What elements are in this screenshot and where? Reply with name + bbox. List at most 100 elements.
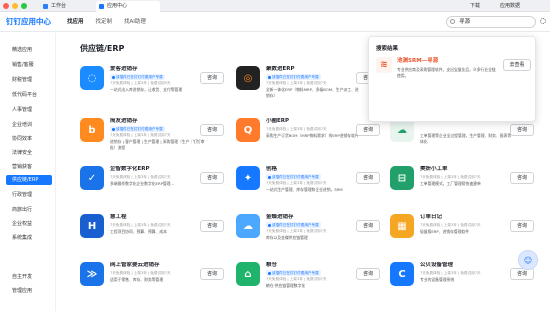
window-controls[interactable] [3,3,27,9]
popup-title: 搜索结果 [376,46,399,52]
sidebar-item[interactable]: 财税管理 [6,75,52,85]
sidebar-item[interactable]: 管理应用 [6,286,52,296]
app-card[interactable]: b 简友进销存 该插件已在钉钉付费用户专属 7天免费体验 | 上架3年 | 免费… [80,118,230,166]
app-logo-icon: C [390,262,414,286]
app-meta: 7天免费体验 | 上架3年 | 免费试用7天 [420,223,481,227]
consult-button[interactable]: 咨询 [356,268,380,280]
nav-find-ai[interactable]: 找AI助理 [124,18,146,26]
app-card[interactable]: Q 小圈ERP 7天免费体验 | 上架3年 | 免费试用7天 采购生产订货BOM… [236,118,386,166]
browser-tab-app-center[interactable]: 应用中心 [96,1,160,12]
app-data-link[interactable]: 应用数据 [500,2,520,10]
app-name: 简友进销存 [110,118,138,124]
app-badge: 该插件已在钉钉付费用户专属 [266,74,321,80]
app-desc: 轻量版ERP、进销存管理软件 [420,229,470,234]
maximize-window-button[interactable] [21,3,27,9]
close-window-button[interactable] [3,3,9,9]
app-card[interactable]: H 慧工程 7天免费体验 | 上架3年 | 免费试用7天 工程项目协同、预算、预… [80,214,230,262]
app-logo-icon: ✓ [80,166,104,190]
browser-chrome: 工作台 应用中心 下载 应用数据 [0,0,550,12]
app-card[interactable]: ▦ 订单日记 7天免费体验 | 上架3年 | 免费试用7天 轻量版ERP、进销存… [390,214,540,262]
sidebar-item[interactable]: 自主开发 [6,272,52,282]
app-name: 美妍小工单 [420,166,448,172]
app-card[interactable]: ✦ 创格 该插件已在钉钉付费用户专属 7天免费体验 | 上架3年 | 免费试用7… [236,166,386,214]
sidebar-item[interactable]: 销售/客服 [6,60,52,70]
search-icon [450,19,455,24]
app-card[interactable]: ◎ 聚数进ERP 该插件已在钉钉付费用户专属 7天免费体验 | 上架3年 | 免… [236,66,386,114]
assistant-avatar-icon[interactable]: ☺ [518,250,538,270]
sidebar-item[interactable]: 协同效率 [6,134,52,144]
consult-button[interactable]: 咨询 [200,124,224,136]
app-desc: 适用于零售、库存、财务等管理 [110,277,164,282]
app-card[interactable]: ☁ 工单管理等企业全过程管理，生产管理、财务、报表等一体化 咨询 [390,118,540,166]
app-card[interactable]: ⌂ 粮仓 该插件已在钉钉付费用户专属 7天免费体验 | 上架3年 | 免费试用7… [236,262,386,310]
consult-button[interactable]: 咨询 [200,220,224,232]
browser-tab-workbench[interactable]: 工作台 [40,1,92,12]
nav-find-custom[interactable]: 找定制 [96,18,113,26]
app-card[interactable]: ◌ 爱客进销存 该插件已在钉钉付费用户专属 7天免费体验 | 上架3年 | 免费… [80,66,230,114]
sidebar-item-supply-chain-erp[interactable]: 供应链/ERP [6,175,52,185]
app-name: 企智数字化ERP [110,166,150,172]
app-logo-icon: ≫ [80,262,104,286]
search-results-popup: 搜索结果 ≋ 池渊SRM—寻源 专业供应商及采购管理软件，支出宝量业品，众多行业… [368,36,536,122]
browser-tab-label: 工作台 [51,3,67,9]
sidebar-item[interactable]: 系统集成 [6,233,52,243]
app-card[interactable]: ✓ 企智数字化ERP 7天免费体验 | 上架3年 | 免费试用7天 多端操作数字… [80,166,230,214]
consult-button[interactable]: 咨询 [200,72,224,84]
minimize-window-button[interactable] [12,3,18,9]
app-badge: 该插件已在钉钉付费用户专属 [110,74,165,80]
app-desc: 多端操作数字化企业数字化ERP管理... [110,181,175,186]
sidebar-item[interactable]: 人事管理 [6,105,52,115]
settings-icon[interactable] [540,18,546,24]
sidebar-item[interactable]: 企业权益 [6,219,52,229]
app-name: 粮仓 [266,262,278,268]
app-logo-icon: ⌂ [236,262,260,286]
consult-button[interactable]: 咨询 [510,268,534,280]
sidebar-item[interactable]: 营销获客 [6,162,52,172]
app-desc: 库存以及金蝶供应链管理 [266,235,308,240]
consult-button[interactable]: 咨询 [510,220,534,232]
result-app-name[interactable]: 池渊SRM—寻源 [397,58,438,65]
app-center-tab-icon [99,4,104,9]
app-badge: 该插件已在钉钉付费用户专属 [266,174,321,180]
app-meta: 7天免费体验 | 上架3年 | 免费试用7天 [266,229,327,233]
consult-button[interactable]: 咨询 [356,220,380,232]
sidebar-item[interactable]: 商旅出行 [6,205,52,215]
consult-button[interactable]: 咨询 [200,268,224,280]
app-name: 公贝设备管理 [420,262,454,268]
app-meta: 7天免费体验 | 上架3年 | 免费试用7天 [266,127,327,131]
consult-button[interactable]: 咨询 [356,172,380,184]
app-desc: 全新一体化ERP（物料MRP、多级BOM、生产派工、进销存） [266,87,359,98]
sidebar-item[interactable]: 法律安全 [6,148,52,158]
search-input[interactable]: 寻源 [446,16,536,28]
app-name: 聚数进ERP [266,66,295,72]
consult-button[interactable]: 咨询 [200,172,224,184]
app-card[interactable]: ☁ 金蝶进销存 该插件已在钉钉付费用户专属 7天免费体验 | 上架3年 | 免费… [236,214,386,262]
download-link[interactable]: 下载 [470,2,480,10]
app-logo-icon: H [80,214,104,238]
app-card[interactable]: ⊟ 美妍小工单 7天免费体验 | 上架3年 | 免费试用7天 工单管理模式，工厂… [390,166,540,214]
app-card[interactable]: ≫ 网上管家婆云进销存 7天免费体验 | 上架3年 | 免费试用7天 适用于零售… [80,262,230,310]
nav-find-apps[interactable]: 找应用 [67,18,84,26]
app-meta: 7天免费体验 | 上架3年 | 免费试用5天 [110,81,171,85]
app-name: 爱客进销存 [110,66,138,72]
consult-button[interactable]: 咨询 [510,124,534,136]
sidebar-item[interactable]: 行政管理 [6,190,52,200]
sidebar-item[interactable]: 精选应用 [6,45,52,55]
app-meta: 7天免费体验 | 上架3年 | 免费试用7天 [110,175,171,179]
sidebar-item[interactable]: 低代码平台 [6,90,52,100]
app-meta: 7天免费体验 | 上架3年 | 免费试用7天 [266,277,327,281]
app-logo-icon: ✦ [236,166,260,190]
consult-button[interactable]: 咨询 [510,172,534,184]
app-card[interactable]: C 公贝设备管理 7天免费体验 | 上架3年 | 免费试用7天 专业的设备管理系… [390,262,540,310]
app-desc: 进销存 | 客户管理 | 生产管理 | 采购管理（生产｜钉钉审批）流程 [110,139,205,150]
app-header: 钉钉应用中心 找应用 找定制 找AI助理 寻源 [0,12,550,32]
view-result-button[interactable]: 去查看 [503,59,531,71]
consult-button[interactable]: 咨询 [356,124,380,136]
app-logo-icon: Q [236,118,260,142]
app-name: 小圈ERP [266,118,290,124]
app-desc: 专业的设备管理系统 [420,277,455,282]
category-sidebar: 精选应用 销售/客服 财税管理 低代码平台 人事管理 企业培训 协同效率 法律安… [0,33,56,311]
app-desc: 一站式出入库进销存，让收货、支付等管理 [110,87,183,92]
brand-title[interactable]: 钉钉应用中心 [6,17,51,27]
sidebar-item[interactable]: 企业培训 [6,120,52,130]
